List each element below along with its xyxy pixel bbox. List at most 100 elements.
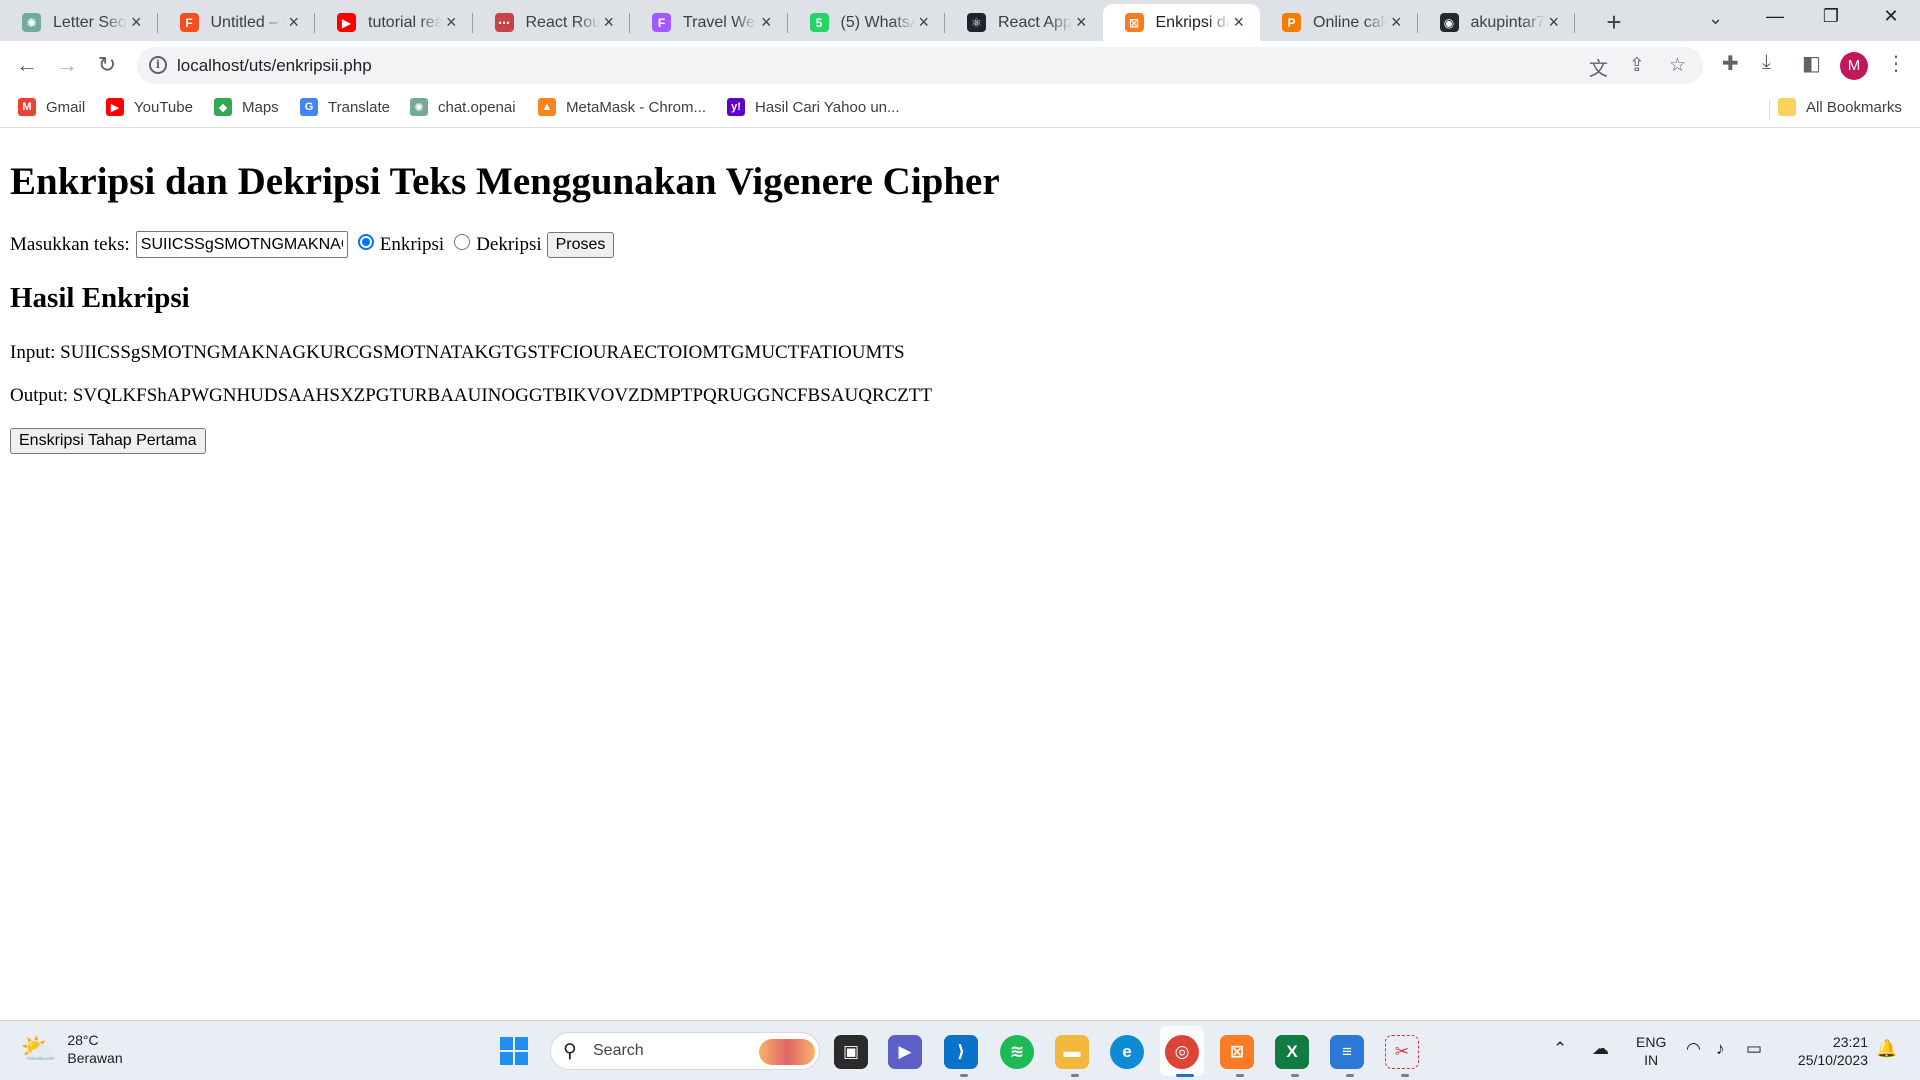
minimize-icon[interactable]: — [1752,6,1798,27]
close-window-icon[interactable]: ✕ [1868,6,1914,27]
edge-icon[interactable]: e [1110,1035,1144,1069]
tab-close-icon[interactable]: × [1072,12,1091,33]
cipher-form: Masukkan teks: Enkripsi Dekripsi Proses [10,231,615,258]
restore-icon[interactable]: ❐ [1808,6,1854,27]
openai-icon: ✺ [410,98,428,116]
snipping-tool-icon[interactable]: ✂ [1385,1035,1419,1069]
bookmark-item[interactable]: y! Hasil Cari Yahoo un... [727,98,900,116]
input-label: Masukkan teks: [10,233,130,255]
tab-title: akupintar7 [1470,13,1545,31]
bookmark-item[interactable]: G Translate [300,98,390,116]
forward-icon[interactable]: → [52,50,82,80]
tab-close-icon[interactable]: × [757,12,776,33]
new-tab-button[interactable]: + [1600,8,1628,36]
task-view-icon[interactable]: ▣ [834,1035,868,1069]
extensions-icon[interactable]: ✚ [1722,51,1739,76]
side-panel-icon[interactable]: ◧ [1802,51,1821,76]
bookmark-item[interactable]: ▶ YouTube [106,98,193,116]
excel-icon[interactable]: X [1275,1035,1309,1069]
encrypt-radio[interactable] [357,233,374,250]
browser-tab[interactable]: F Travel Web × [630,4,788,41]
menu-kebab-icon[interactable]: ⋮ [1886,51,1906,76]
language-indicator[interactable]: ENG IN [1636,1033,1666,1069]
tab-close-icon[interactable]: × [1230,12,1249,33]
wifi-icon[interactable]: ◠ [1686,1039,1701,1059]
profile-avatar[interactable]: M [1840,52,1868,80]
bookmark-label: MetaMask - Chrom... [566,98,707,116]
excel-running-indicator [1291,1074,1299,1077]
browser-tab[interactable]: ⚛ React App × [945,4,1103,41]
browser-tab[interactable]: ◉ akupintar7 × [1418,4,1575,41]
windows-start-icon[interactable] [500,1037,528,1065]
onedrive-cloud-icon[interactable]: ☁ [1592,1039,1609,1059]
tab-close-icon[interactable]: × [915,12,934,33]
bookmark-label: Gmail [46,98,86,116]
file-explorer-icon[interactable]: ▬ [1055,1035,1089,1069]
notepad-running-indicator [1346,1074,1354,1077]
notepad-icon[interactable]: ≡ [1330,1035,1364,1069]
browser-tab[interactable]: ⋯ React Rout × [473,4,630,41]
page-content: Enkripsi dan Dekripsi Teks Menggunakan V… [0,129,1920,1020]
bookmark-item[interactable]: ◆ Maps [214,98,279,116]
system-clock[interactable]: 23:21 25/10/2023 [1788,1033,1868,1069]
browser-tab[interactable]: ▶ tutorial rea × [315,4,473,41]
tab-close-icon[interactable]: × [127,12,146,33]
bookmark-star-icon[interactable]: ☆ [1669,54,1686,77]
react-icon: ⚛ [967,13,986,32]
browser-tab[interactable]: ✺ Letter Sequ× [0,4,158,41]
all-bookmarks[interactable]: All Bookmarks [1778,98,1902,116]
process-button[interactable]: Proses [546,231,615,258]
tab-close-icon[interactable]: × [285,12,304,33]
bookmark-label: YouTube [134,98,193,116]
address-bar[interactable]: i localhost/uts/enkripsii.php 文 ⇪ ☆ [137,47,1703,84]
first-stage-encrypt-button[interactable]: Enskripsi Tahap Pertama [10,428,206,454]
xampp-icon[interactable]: ⊠ [1220,1035,1254,1069]
decrypt-radio[interactable] [454,233,471,250]
tab-close-icon[interactable]: × [442,12,461,33]
browser-tab[interactable]: P Online calc × [1260,4,1418,41]
text-input[interactable] [135,231,348,258]
translate-icon: G [300,98,318,116]
calculator-icon: P [1282,13,1301,32]
bookmarks-separator [1769,100,1770,120]
folder-icon [1778,98,1796,116]
show-hidden-icons-chevron-icon[interactable]: ⌃ [1553,1039,1567,1059]
battery-icon[interactable]: ▭ [1746,1039,1762,1059]
translate-page-icon[interactable]: 文 [1589,54,1608,81]
taskbar-search[interactable]: ⚲ Search [550,1032,820,1070]
xampp-running-indicator [1236,1074,1244,1077]
clock-time: 23:21 [1832,1034,1868,1050]
tab-title: Enkripsi da [1155,13,1230,31]
notification-bell-icon[interactable]: 🔔 [1876,1039,1897,1059]
volume-icon[interactable]: ♪ [1716,1039,1725,1059]
language-code: ENG [1636,1034,1667,1050]
tab-search-chevron-icon[interactable]: ⌄ [1708,8,1723,29]
bookmark-item[interactable]: M Gmail [18,98,85,116]
chrome-active-indicator [1176,1074,1194,1077]
tab-close-icon[interactable]: × [600,12,619,33]
tab-close-icon[interactable]: × [1387,12,1406,33]
browser-tab[interactable]: ⊠ Enkripsi da × [1102,4,1260,41]
vscode-icon[interactable]: ⟩ [944,1035,978,1069]
tab-close-icon[interactable]: × [1545,12,1564,33]
bookmark-item[interactable]: ▲ MetaMask - Chrom... [538,98,706,116]
weather-widget[interactable]: ⛅ 28°C Berawan [20,1031,123,1067]
share-icon[interactable]: ⇪ [1629,54,1645,77]
weather-condition: Berawan [67,1050,123,1066]
downloads-icon[interactable]: ⤓ [1762,51,1771,74]
yahoo-icon: y! [727,98,745,116]
site-info-icon[interactable]: i [149,56,167,74]
browser-tab[interactable]: F Untitled – F × [158,4,315,41]
tab-title: React App [998,13,1072,31]
browser-toolbar: ← → ↻ i localhost/uts/enkripsii.php 文 ⇪ … [0,41,1920,90]
decrypt-radio-label: Dekripsi [476,233,542,255]
result-heading: Hasil Enkripsi [10,282,190,314]
chrome-icon[interactable]: ◎ [1165,1035,1199,1069]
browser-tab[interactable]: 5 (5) WhatsA × [788,4,945,41]
bookmark-item[interactable]: ✺ chat.openai [410,98,516,116]
back-icon[interactable]: ← [12,50,42,80]
teams-meet-icon[interactable]: ▶ [888,1035,922,1069]
reload-icon[interactable]: ↻ [92,50,122,80]
spotify-icon[interactable]: ≋ [1000,1035,1034,1069]
tab-title: Letter Sequ [53,13,127,31]
